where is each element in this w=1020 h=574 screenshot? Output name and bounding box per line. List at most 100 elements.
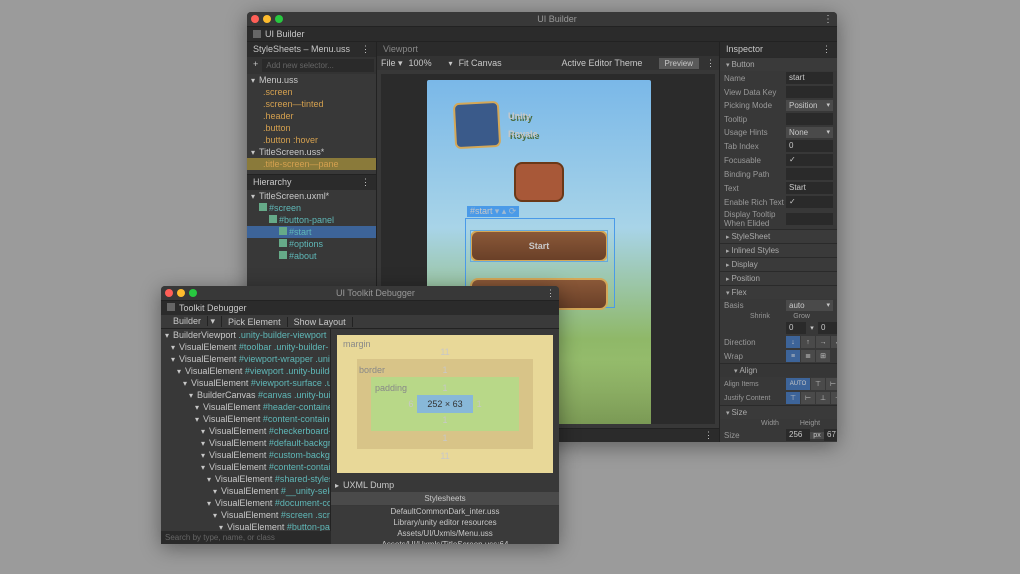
flex-foldout[interactable]: Flex [720,285,837,299]
builder-dropdown[interactable]: Builder ▾ [161,316,222,327]
inspector-field[interactable]: Position [786,100,833,111]
uss-file-2[interactable]: ▾TitleScreen.uss* [247,146,376,158]
uss-file[interactable]: ▾Menu.uss [247,74,376,86]
stylesheets-menu-icon[interactable]: ⋮ [361,44,370,55]
inspector-field[interactable]: 0 [786,140,833,152]
file-menu[interactable]: File ▾ [381,58,403,69]
stylesheet-row[interactable]: Library/unity editor resources [331,517,559,528]
debugger-window-menu-icon[interactable]: ⋮ [546,288,555,299]
hierarchy-item[interactable]: #start [247,226,376,238]
selector-item[interactable]: .screen—tinted [247,98,376,110]
maximize-icon[interactable] [275,15,283,23]
close-icon[interactable] [165,289,173,297]
grow-input[interactable]: 0 [818,322,837,334]
pick-element-button[interactable]: Pick Element [222,317,288,327]
inspector-field[interactable]: ✓ [786,196,833,208]
inspector-field[interactable] [786,113,833,125]
stylesheet-row[interactable]: DefaultCommonDark_inter.uss [331,506,559,517]
selector-item[interactable]: .button :hover [247,134,376,146]
show-layout-button[interactable]: Show Layout [288,317,353,327]
stylesheet-row[interactable]: Assets/UI/Uxmls/Menu.uss [331,528,559,539]
debugger-titlebar[interactable]: UI Toolkit Debugger ⋮ [161,286,559,300]
debug-tree-item[interactable]: ▾BuilderCanvas #canvas .unity-buil [161,389,330,401]
align-items-buttons[interactable]: AUTO⊤⊢⊥⊣ [786,378,837,390]
wrap-buttons[interactable]: ≡≣⊞ [786,350,830,362]
debug-tree-item[interactable]: ▾VisualElement #viewport-wrapper .unit [161,353,330,365]
builder-titlebar[interactable]: UI Builder ⋮ [247,12,837,26]
debug-tree-item[interactable]: ▾VisualElement #content-container [161,413,330,425]
hierarchy-root[interactable]: ▾TitleScreen.uxml* [247,190,376,202]
selector-item[interactable]: .button [247,122,376,134]
inspector-menu-icon[interactable]: ⋮ [822,44,831,55]
window-title: UI Builder [291,14,823,24]
hierarchy-item[interactable]: #button-panel [247,214,376,226]
justify-buttons[interactable]: ⊤⊢⊥⊣≡ [786,392,837,404]
fit-canvas-button[interactable]: Fit Canvas [459,58,502,68]
shrink-dd[interactable]: ▾ [806,324,818,332]
uxml-dump-foldout[interactable]: UXML Dump [343,480,394,490]
hierarchy-menu-icon[interactable]: ⋮ [361,177,370,188]
debugger-title: UI Toolkit Debugger [205,288,546,298]
debug-tree-item[interactable]: ▾VisualElement #default-backgrou [161,437,330,449]
inspector-field[interactable]: Start [786,182,833,194]
debug-tree-item[interactable]: ▾VisualElement #toolbar .unity-builder- [161,341,330,353]
inspector-field[interactable]: ✓ [786,154,833,166]
inspector-panel: Inspector ⋮ Button Namestart View Data K… [719,41,837,442]
debug-tree-item[interactable]: ▾VisualElement #viewport .unity-builde [161,365,330,377]
width-input[interactable]: 256 [786,429,810,441]
close-icon[interactable] [251,15,259,23]
inspector-foldout[interactable]: Position [720,271,837,285]
selection-tag: #start ▾ ▴ ⟳ [467,206,519,217]
hierarchy-item[interactable]: #screen [247,202,376,214]
debug-tree-item[interactable]: ▾BuilderViewport .unity-builder-viewport [161,329,330,341]
viewport-menu-icon[interactable]: ⋮ [706,58,715,69]
debug-search-input[interactable]: Search by type, name, or class [161,531,331,544]
type-foldout[interactable]: Button [720,57,837,71]
basis-dropdown[interactable]: auto [786,300,833,311]
hierarchy-item[interactable]: #options [247,238,376,250]
hierarchy-item[interactable]: #about [247,250,376,262]
add-icon[interactable]: + [249,59,262,72]
debug-tree-item[interactable]: ▾VisualElement #screen .scr [161,509,330,521]
align-foldout[interactable]: Align [720,363,837,377]
inspector-field[interactable]: None [786,127,833,138]
debug-tree-item[interactable]: ▾VisualElement #content-contain [161,461,330,473]
window-menu-icon[interactable]: ⋮ [823,14,833,25]
theme-dropdown[interactable]: Active Editor Theme [562,58,652,68]
debug-tree-item[interactable]: ▾VisualElement #custom-backgrou [161,449,330,461]
preview-button[interactable]: Preview [658,57,700,70]
builder-tab[interactable]: UI Builder [265,29,305,39]
inspector-field[interactable] [786,213,833,225]
name-input[interactable]: start [786,72,833,84]
debug-tree-item[interactable]: ▾VisualElement #document-cont [161,497,330,509]
inspector-field[interactable] [786,86,833,98]
inspector-field[interactable] [786,168,833,180]
minimize-icon[interactable] [263,15,271,23]
zoom-input[interactable]: 100% [409,58,443,68]
direction-buttons[interactable]: ↓↑→← [786,336,837,348]
debug-tree-item[interactable]: ▾VisualElement #__unity-sele [161,485,330,497]
add-selector-input[interactable]: Add new selector... [262,59,374,72]
width-unit[interactable]: px [810,432,824,439]
debug-tree-item[interactable]: ▾VisualElement #shared-styles- [161,473,330,485]
debugger-tab[interactable]: Toolkit Debugger [179,303,247,313]
debug-tree-item[interactable]: ▾VisualElement #checkerboard-ba [161,425,330,437]
hierarchy-header: Hierarchy [253,177,292,188]
game-logo: UnityRoyale [454,96,624,156]
shrink-input[interactable]: 0 [786,322,806,334]
inspector-foldout[interactable]: Display [720,257,837,271]
debug-tree-item[interactable]: ▾VisualElement #viewport-surface .unit [161,377,330,389]
debug-tree-item[interactable]: ▾VisualElement #header-container [161,401,330,413]
inspector-foldout[interactable]: Inlined Styles [720,243,837,257]
minimize-icon[interactable] [177,289,185,297]
height-input[interactable]: 67 [824,429,837,441]
uss-preview-menu-icon[interactable]: ⋮ [704,430,713,441]
maximize-icon[interactable] [189,289,197,297]
size-foldout[interactable]: Size [720,405,837,419]
inspector-foldout[interactable]: StyleSheet [720,229,837,243]
stylesheet-row[interactable]: Assets/UI/Uxmls/TitleScreen.uss:64 [331,539,559,544]
selector-item[interactable]: .title-screen—pane [247,158,376,170]
name-label: Name [724,74,786,83]
selector-item[interactable]: .header [247,110,376,122]
selector-item[interactable]: .screen [247,86,376,98]
